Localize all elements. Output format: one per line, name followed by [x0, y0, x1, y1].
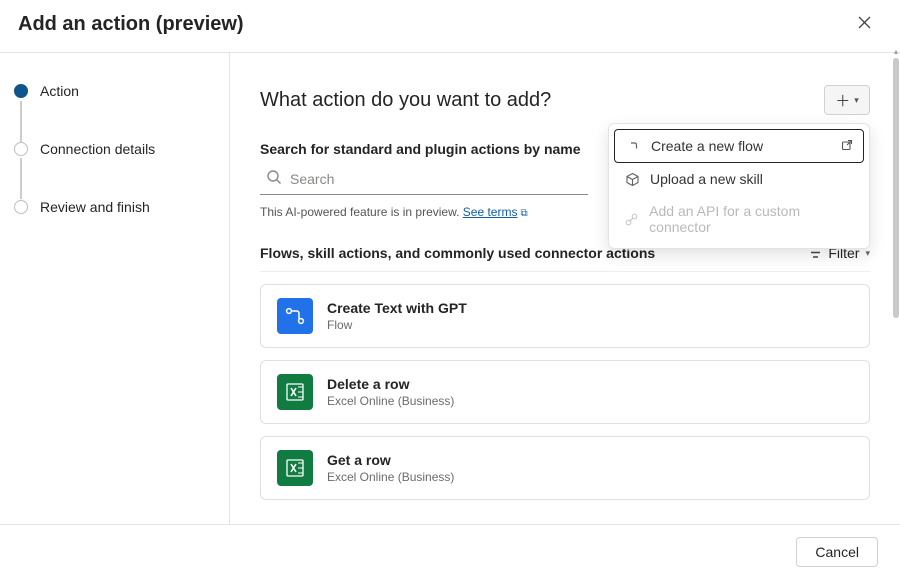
- step-label: Connection details: [40, 141, 155, 157]
- action-list: Create Text with GPT Flow Delete a row E…: [260, 284, 870, 500]
- sidebar: Action Connection details Review and fin…: [0, 53, 230, 530]
- search-field[interactable]: [260, 163, 588, 195]
- sidebar-step-action[interactable]: Action: [0, 81, 229, 101]
- section-title: Flows, skill actions, and commonly used …: [260, 245, 655, 261]
- step-label: Action: [40, 83, 79, 99]
- action-card[interactable]: Get a row Excel Online (Business): [260, 436, 870, 500]
- add-action-button[interactable]: ＋ ▾: [824, 85, 870, 115]
- card-text: Delete a row Excel Online (Business): [327, 376, 454, 408]
- card-subtitle: Excel Online (Business): [327, 394, 454, 408]
- external-link-icon: ⧉: [520, 208, 527, 219]
- excel-icon: [277, 374, 313, 410]
- sidebar-step-review[interactable]: Review and finish: [0, 197, 229, 217]
- chevron-down-icon: ▾: [854, 95, 859, 106]
- card-text: Create Text with GPT Flow: [327, 300, 467, 332]
- cancel-button[interactable]: Cancel: [796, 537, 878, 567]
- menu-item-add-api: Add an API for a custom connector: [614, 195, 864, 243]
- sidebar-step-connection[interactable]: Connection details: [0, 139, 229, 159]
- menu-item-label: Upload a new skill: [650, 171, 763, 187]
- card-title: Delete a row: [327, 376, 454, 392]
- step-indicator-icon: [14, 200, 28, 214]
- step-connector: [20, 101, 22, 142]
- external-link-icon: [841, 139, 853, 154]
- excel-icon: [277, 450, 313, 486]
- action-card[interactable]: Create Text with GPT Flow: [260, 284, 870, 348]
- main-panel: What action do you want to add? ＋ ▾ Sear…: [230, 53, 900, 530]
- section-header-row: Flows, skill actions, and commonly used …: [260, 245, 870, 272]
- plus-icon: ＋: [835, 90, 850, 111]
- card-title: Get a row: [327, 452, 454, 468]
- main-title: What action do you want to add?: [260, 89, 551, 112]
- close-button[interactable]: [850, 10, 878, 38]
- flow-icon: [625, 139, 641, 154]
- preview-note-text: This AI-powered feature is in preview.: [260, 205, 463, 219]
- menu-item-label: Create a new flow: [651, 138, 763, 154]
- card-title: Create Text with GPT: [327, 300, 467, 316]
- step-indicator-icon: [14, 84, 28, 98]
- dialog-header: Add an action (preview): [0, 0, 900, 53]
- menu-item-label: Add an API for a custom connector: [649, 203, 854, 235]
- main-header-row: What action do you want to add? ＋ ▾: [260, 85, 870, 115]
- step-label: Review and finish: [40, 199, 150, 215]
- chevron-down-icon: ▾: [865, 248, 870, 259]
- plug-icon: [624, 212, 639, 227]
- dialog-body: Action Connection details Review and fin…: [0, 53, 900, 530]
- dialog-footer: Cancel: [0, 524, 900, 578]
- search-input[interactable]: [290, 171, 582, 187]
- card-subtitle: Flow: [327, 318, 467, 332]
- dialog-title: Add an action (preview): [18, 13, 244, 36]
- see-terms-link[interactable]: See terms: [463, 205, 518, 219]
- menu-item-create-flow[interactable]: Create a new flow: [614, 129, 864, 163]
- search-icon: [266, 169, 290, 188]
- step-indicator-icon: [14, 142, 28, 156]
- action-card[interactable]: Delete a row Excel Online (Business): [260, 360, 870, 424]
- step-connector: [20, 158, 22, 199]
- card-text: Get a row Excel Online (Business): [327, 452, 454, 484]
- add-menu: Create a new flow Upload a new skill Add…: [608, 123, 870, 249]
- cube-icon: [624, 172, 640, 187]
- menu-item-upload-skill[interactable]: Upload a new skill: [614, 163, 864, 195]
- close-icon: [858, 16, 871, 33]
- card-subtitle: Excel Online (Business): [327, 470, 454, 484]
- flow-icon: [277, 298, 313, 334]
